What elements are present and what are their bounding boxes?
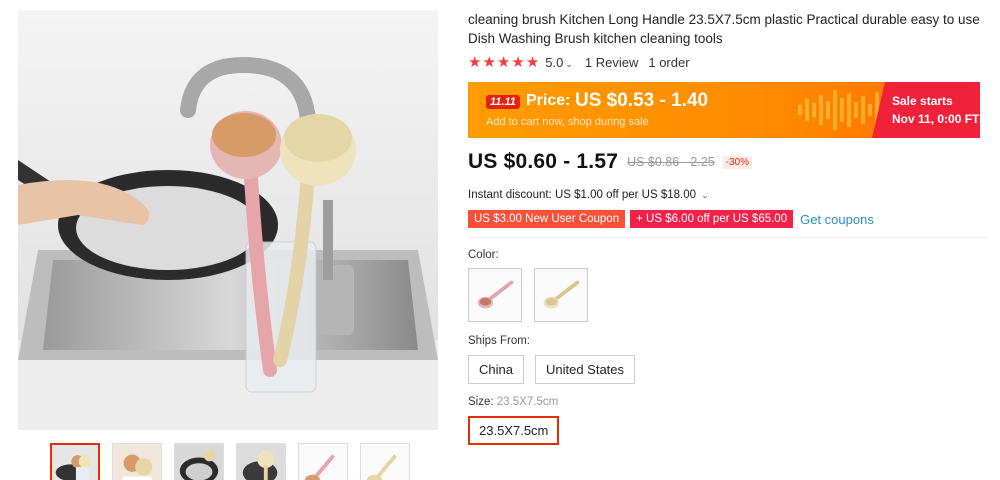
thumbnail-2[interactable] — [112, 443, 162, 480]
rating-score-dropdown[interactable]: 5.0 ⌄ — [545, 55, 573, 70]
star-icon: ★ — [482, 54, 496, 71]
chevron-down-icon: ⌄ — [701, 190, 709, 200]
size-label: Size: — [468, 396, 494, 408]
main-product-photo — [18, 10, 438, 430]
orders-count: 1 order — [648, 55, 690, 70]
size-label-row: Size: 23.5X7.5cm — [468, 396, 988, 408]
ship-option-china[interactable]: China — [468, 355, 524, 384]
ship-option-united-states[interactable]: United States — [534, 355, 636, 384]
rating-score: 5.0 — [545, 55, 564, 70]
sale-start-label: Sale starts — [892, 94, 953, 108]
original-price: US $0.86 - 2.25 — [627, 155, 715, 169]
instant-discount[interactable]: Instant discount: US $1.00 off per US $1… — [468, 189, 988, 201]
main-product-image[interactable] — [18, 10, 438, 430]
color-option-beige[interactable] — [534, 268, 588, 322]
thumbnail-4[interactable] — [236, 443, 286, 480]
thumbnail-strip — [50, 443, 410, 480]
promo-price-label: Price: — [526, 92, 571, 109]
promo-subtext: Add to cart now, shop during sale — [486, 116, 649, 128]
thumbnail-3[interactable] — [174, 443, 224, 480]
star-icon: ★ — [468, 54, 482, 71]
star-icon: ★ — [525, 54, 540, 71]
instant-discount-text: Instant discount: US $1.00 off per US $1… — [468, 189, 697, 201]
sale-1111-badge: 11.11 — [486, 95, 520, 109]
thumbnail-1[interactable] — [50, 443, 100, 480]
coupon-row: US $3.00 New User Coupon + US $6.00 off … — [468, 210, 988, 228]
size-options: 23.5X7.5cm — [468, 416, 988, 445]
size-selected-value: 23.5X7.5cm — [496, 396, 559, 408]
color-swatches — [468, 268, 988, 322]
ships-from-label: Ships From: — [468, 335, 530, 347]
rating-row: ★ ★ ★ ★ ★ 5.0 ⌄ 1 Review 1 order — [468, 55, 988, 70]
promo-price: US $0.53 - 1.40 — [575, 90, 709, 111]
color-option-pink[interactable] — [468, 268, 522, 322]
current-price: US $0.60 - 1.57 — [468, 150, 619, 173]
color-label: Color: — [468, 249, 499, 261]
sale-start-time: Nov 11, 0:00 FT — [892, 112, 980, 126]
reviews-link[interactable]: 1 Review — [585, 55, 638, 70]
chevron-down-icon: ⌄ — [565, 59, 573, 69]
sale-promo-banner: 11.11 Price: US $0.53 - 1.40 Add to cart… — [468, 82, 980, 138]
store-coupon[interactable]: + US $6.00 off per US $65.00 — [630, 210, 794, 228]
star-icon: ★ — [511, 54, 525, 71]
rating-stars: ★ ★ ★ ★ ★ — [468, 55, 539, 70]
size-option[interactable]: 23.5X7.5cm — [468, 416, 560, 445]
product-title: cleaning brush Kitchen Long Handle 23.5X… — [468, 12, 980, 46]
divider — [468, 237, 988, 238]
discount-badge: -30% — [722, 155, 753, 169]
thumbnail-5[interactable] — [298, 443, 348, 480]
new-user-coupon[interactable]: US $3.00 New User Coupon — [468, 210, 626, 228]
thumbnail-6[interactable] — [360, 443, 410, 480]
product-info: cleaning brush Kitchen Long Handle 23.5X… — [468, 10, 988, 445]
get-coupons-link[interactable]: Get coupons — [800, 212, 874, 227]
ships-from-options: China United States — [468, 355, 988, 384]
price-row: US $0.60 - 1.57 US $0.86 - 2.25 -30% — [468, 150, 988, 174]
sale-start-box: Sale starts Nov 11, 0:00 FT — [872, 82, 980, 138]
star-icon: ★ — [496, 54, 511, 71]
